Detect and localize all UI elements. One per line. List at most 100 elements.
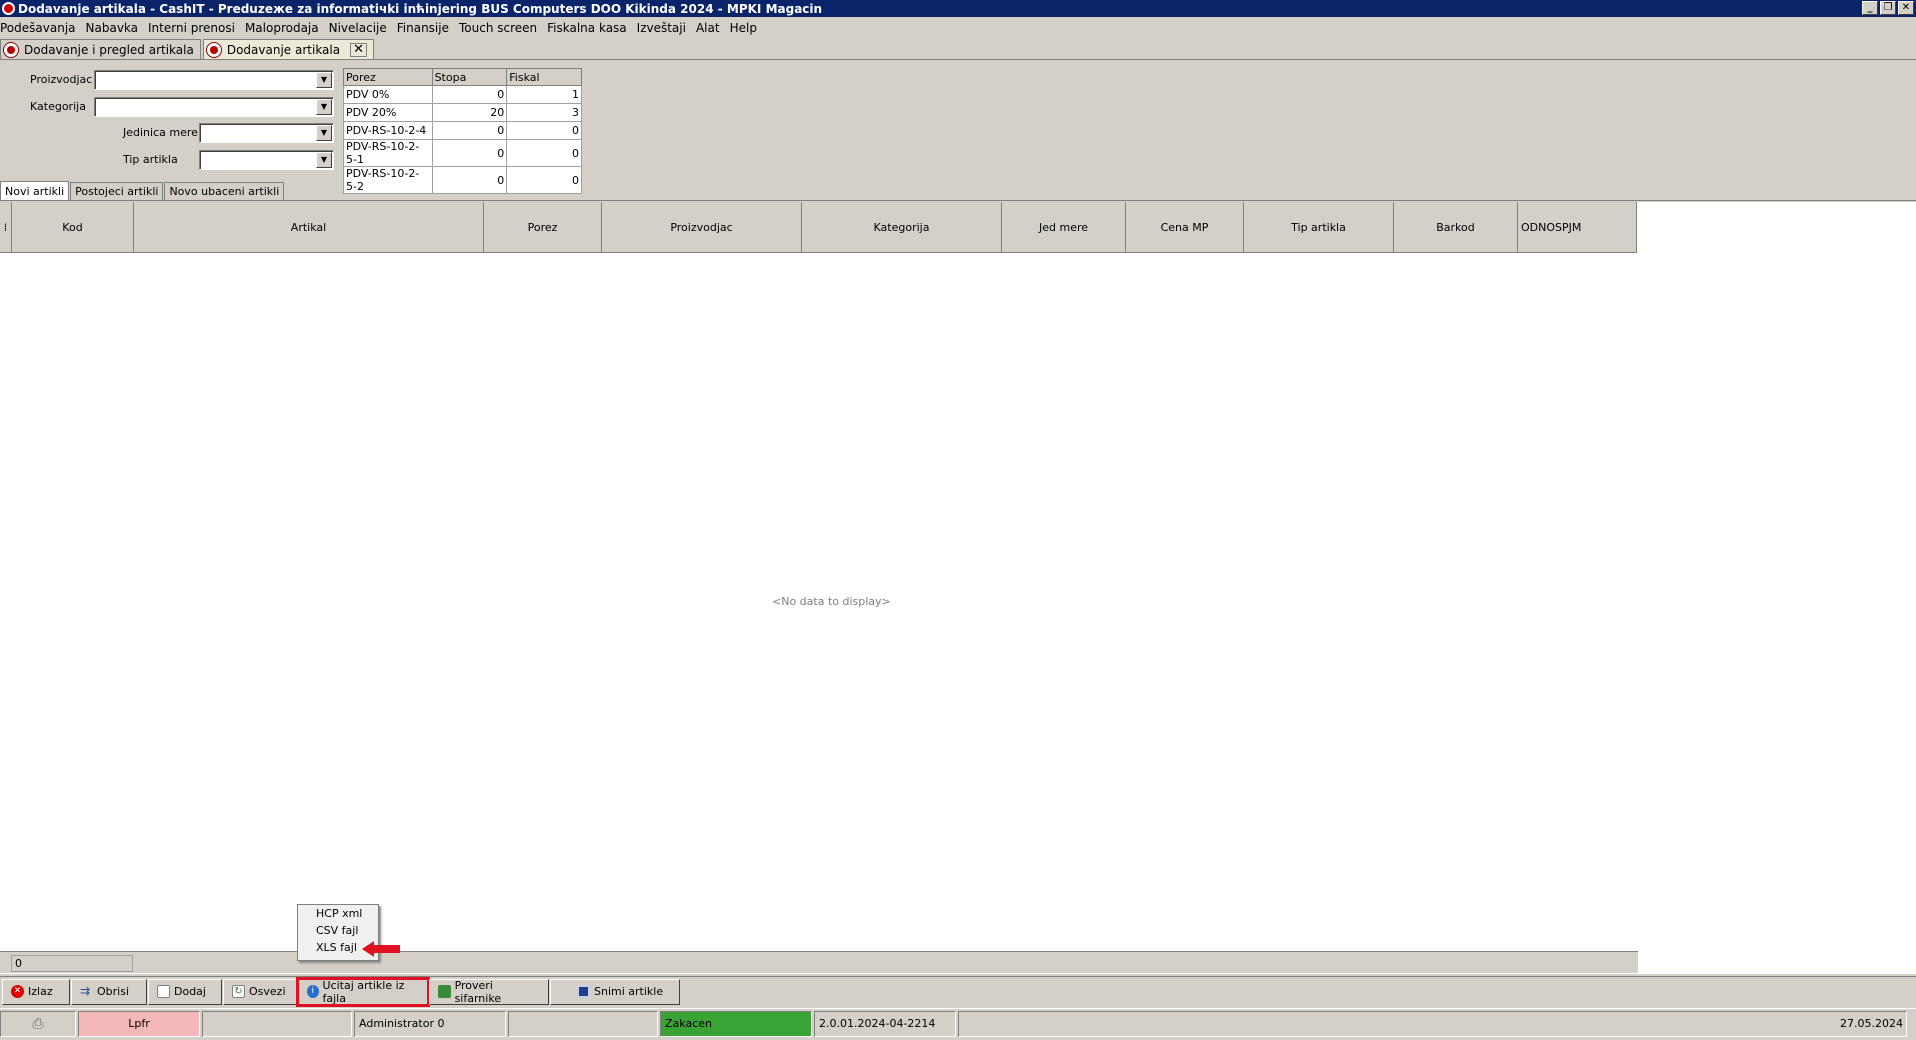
- cashit-logo-icon: [206, 42, 221, 57]
- tab-postojeci-artikli[interactable]: Postojeci artikli: [70, 182, 164, 200]
- tax-cell[interactable]: 1: [506, 85, 582, 104]
- ucitaj-artikle-button[interactable]: i Ucitaj artikle iz fajla: [296, 976, 430, 1007]
- menu-item-hcp-xml[interactable]: HCP xml: [298, 905, 378, 922]
- tax-cell[interactable]: 0: [431, 139, 508, 167]
- menu-fiskalna-kasa[interactable]: Fiskalna kasa: [547, 21, 632, 35]
- menu-alat[interactable]: Alat: [696, 21, 725, 35]
- exit-icon: ✕: [11, 985, 24, 998]
- tax-col-fiskal[interactable]: Fiskal: [506, 68, 582, 86]
- tax-row[interactable]: PDV-RS-10-2-4 0 0: [343, 121, 582, 140]
- obrisi-button[interactable]: ⇉ Obrisi: [71, 978, 147, 1005]
- tax-cell[interactable]: PDV 0%: [343, 85, 433, 104]
- izlaz-button[interactable]: ✕ Izlaz: [2, 978, 70, 1005]
- footer-count: 0: [11, 955, 133, 972]
- tip-artikla-label: Tip artikla: [123, 153, 178, 166]
- date-status: 27.05.2024: [958, 1010, 1907, 1037]
- col-kategorija[interactable]: Kategorija: [802, 202, 1002, 253]
- chevron-down-icon[interactable]: ▼: [316, 99, 332, 115]
- menu-interni-prenosi[interactable]: Interni prenosi: [148, 21, 240, 35]
- sub-tabs: Novi artikli Postojeci artikli Novo ubac…: [0, 181, 1916, 201]
- menu-touch-screen[interactable]: Touch screen: [459, 21, 542, 35]
- lpfr-status[interactable]: Lpfr: [78, 1010, 200, 1037]
- tax-cell[interactable]: PDV 20%: [343, 103, 433, 122]
- col-tip-artikla[interactable]: Tip artikla: [1244, 202, 1394, 253]
- restore-button[interactable]: ❐: [1880, 1, 1896, 15]
- close-window-button[interactable]: ✕: [1898, 1, 1914, 15]
- jedinica-mere-label: Jedinica mere: [123, 126, 198, 139]
- menu-help[interactable]: Help: [730, 21, 762, 35]
- connection-status: Zakacen: [660, 1010, 812, 1037]
- tip-artikla-combo[interactable]: ▼: [199, 150, 334, 170]
- tax-col-stopa[interactable]: Stopa: [431, 68, 508, 86]
- tax-table: Porez Stopa Fiskal PDV 0% 0 1 PDV 20% 20…: [343, 68, 582, 194]
- dodaj-button[interactable]: Dodaj: [148, 978, 222, 1005]
- document-tabs: Dodavanje i pregled artikala Dodavanje a…: [0, 39, 1916, 60]
- izlaz-label: Izlaz: [28, 985, 53, 998]
- col-porez[interactable]: Porez: [484, 202, 602, 253]
- tab-novo-ubaceni-artikli[interactable]: Novo ubaceni artikli: [164, 182, 285, 200]
- osvezi-button[interactable]: ↻ Osvezi: [223, 978, 297, 1005]
- tax-cell[interactable]: 20: [431, 103, 508, 122]
- tab-novi-artikli[interactable]: Novi artikli: [0, 181, 70, 200]
- close-tab-icon[interactable]: ✕: [350, 42, 367, 57]
- info-icon: i: [307, 985, 319, 998]
- menu-maloprodaja[interactable]: Maloprodaja: [245, 21, 324, 35]
- proveri-sifarnike-button[interactable]: Proveri sifarnike: [429, 978, 549, 1005]
- tax-table-header: Porez Stopa Fiskal: [343, 68, 582, 86]
- col-barkod[interactable]: Barkod: [1394, 202, 1518, 253]
- doc-tab-dodavanje-artikala[interactable]: Dodavanje artikala ✕: [202, 39, 374, 59]
- status-empty-cell: [202, 1010, 352, 1037]
- col-proizvodjac[interactable]: Proizvodjac: [602, 202, 802, 253]
- red-arrow-icon: [362, 941, 400, 957]
- col-artikal[interactable]: Artikal: [134, 202, 484, 253]
- grid-header: ⁞ Kod Artikal Porez Proizvodjac Kategori…: [0, 202, 1637, 253]
- col-cena-mp[interactable]: Cena MP: [1126, 202, 1244, 253]
- menu-nivelacije[interactable]: Nivelacije: [329, 21, 392, 35]
- ucitaj-label: Ucitaj artikle iz fajla: [322, 978, 405, 1005]
- tax-cell[interactable]: PDV-RS-10-2-4: [343, 121, 433, 140]
- delete-rows-icon: ⇉: [80, 984, 91, 998]
- chevron-down-icon[interactable]: ▼: [316, 152, 332, 168]
- tax-col-porez[interactable]: Porez: [343, 68, 433, 86]
- menu-nabavka[interactable]: Nabavka: [86, 21, 144, 35]
- col-odnospjm[interactable]: ODNOSPJM: [1518, 202, 1637, 253]
- col-jed-mere[interactable]: Jed mere: [1002, 202, 1126, 253]
- tax-cell[interactable]: 0: [506, 121, 582, 140]
- row-indicator-icon[interactable]: ⁞: [0, 202, 12, 253]
- tax-row[interactable]: PDV-RS-10-2-5-1 0 0: [343, 139, 582, 167]
- tax-cell[interactable]: 0: [431, 85, 508, 104]
- status-bar: ⎙ Lpfr Administrator 0 Zakacen 2.0.01.20…: [0, 1008, 1916, 1038]
- articles-grid[interactable]: ⁞ Kod Artikal Porez Proizvodjac Kategori…: [0, 202, 1916, 974]
- bottom-toolbar: ✕ Izlaz ⇉ Obrisi Dodaj ↻ Osvezi i Ucitaj…: [0, 976, 1916, 1007]
- new-document-icon: [157, 985, 170, 998]
- tax-row[interactable]: PDV 0% 0 1: [343, 85, 582, 104]
- menu-bar: Podešavanja Nabavka Interni prenosi Malo…: [0, 18, 1916, 38]
- proizvodjac-combo[interactable]: ▼: [94, 70, 334, 90]
- jedinica-mere-combo[interactable]: ▼: [199, 123, 334, 143]
- dodaj-label: Dodaj: [174, 985, 206, 998]
- refresh-icon: ↻: [232, 985, 245, 998]
- user-status: Administrator 0: [354, 1010, 506, 1037]
- obrisi-label: Obrisi: [97, 985, 130, 998]
- tax-row[interactable]: PDV 20% 20 3: [343, 103, 582, 122]
- doc-tab-pregled-artikala[interactable]: Dodavanje i pregled artikala: [0, 39, 201, 59]
- no-data-message: <No data to display>: [772, 595, 891, 608]
- minimize-button[interactable]: _: [1862, 1, 1878, 15]
- chevron-down-icon[interactable]: ▼: [316, 125, 332, 141]
- kategorija-combo[interactable]: ▼: [94, 97, 334, 117]
- tax-cell[interactable]: 3: [506, 103, 582, 122]
- col-kod[interactable]: Kod: [12, 202, 134, 253]
- tax-cell[interactable]: 0: [506, 139, 582, 167]
- menu-izvestaji[interactable]: Izveštaji: [637, 21, 691, 35]
- status-empty-cell: [508, 1010, 658, 1037]
- menu-finansije[interactable]: Finansije: [397, 21, 454, 35]
- cashit-logo-icon: [4, 42, 18, 57]
- snimi-artikle-button[interactable]: Snimi artikle: [550, 978, 680, 1005]
- tax-cell[interactable]: PDV-RS-10-2-5-1: [343, 139, 433, 167]
- menu-item-csv-fajl[interactable]: CSV fajl: [298, 922, 378, 939]
- save-icon: [577, 985, 590, 998]
- osvezi-label: Osvezi: [249, 985, 286, 998]
- chevron-down-icon[interactable]: ▼: [316, 72, 332, 88]
- tax-cell[interactable]: 0: [431, 121, 508, 140]
- menu-podesavanja[interactable]: Podešavanja: [0, 21, 81, 35]
